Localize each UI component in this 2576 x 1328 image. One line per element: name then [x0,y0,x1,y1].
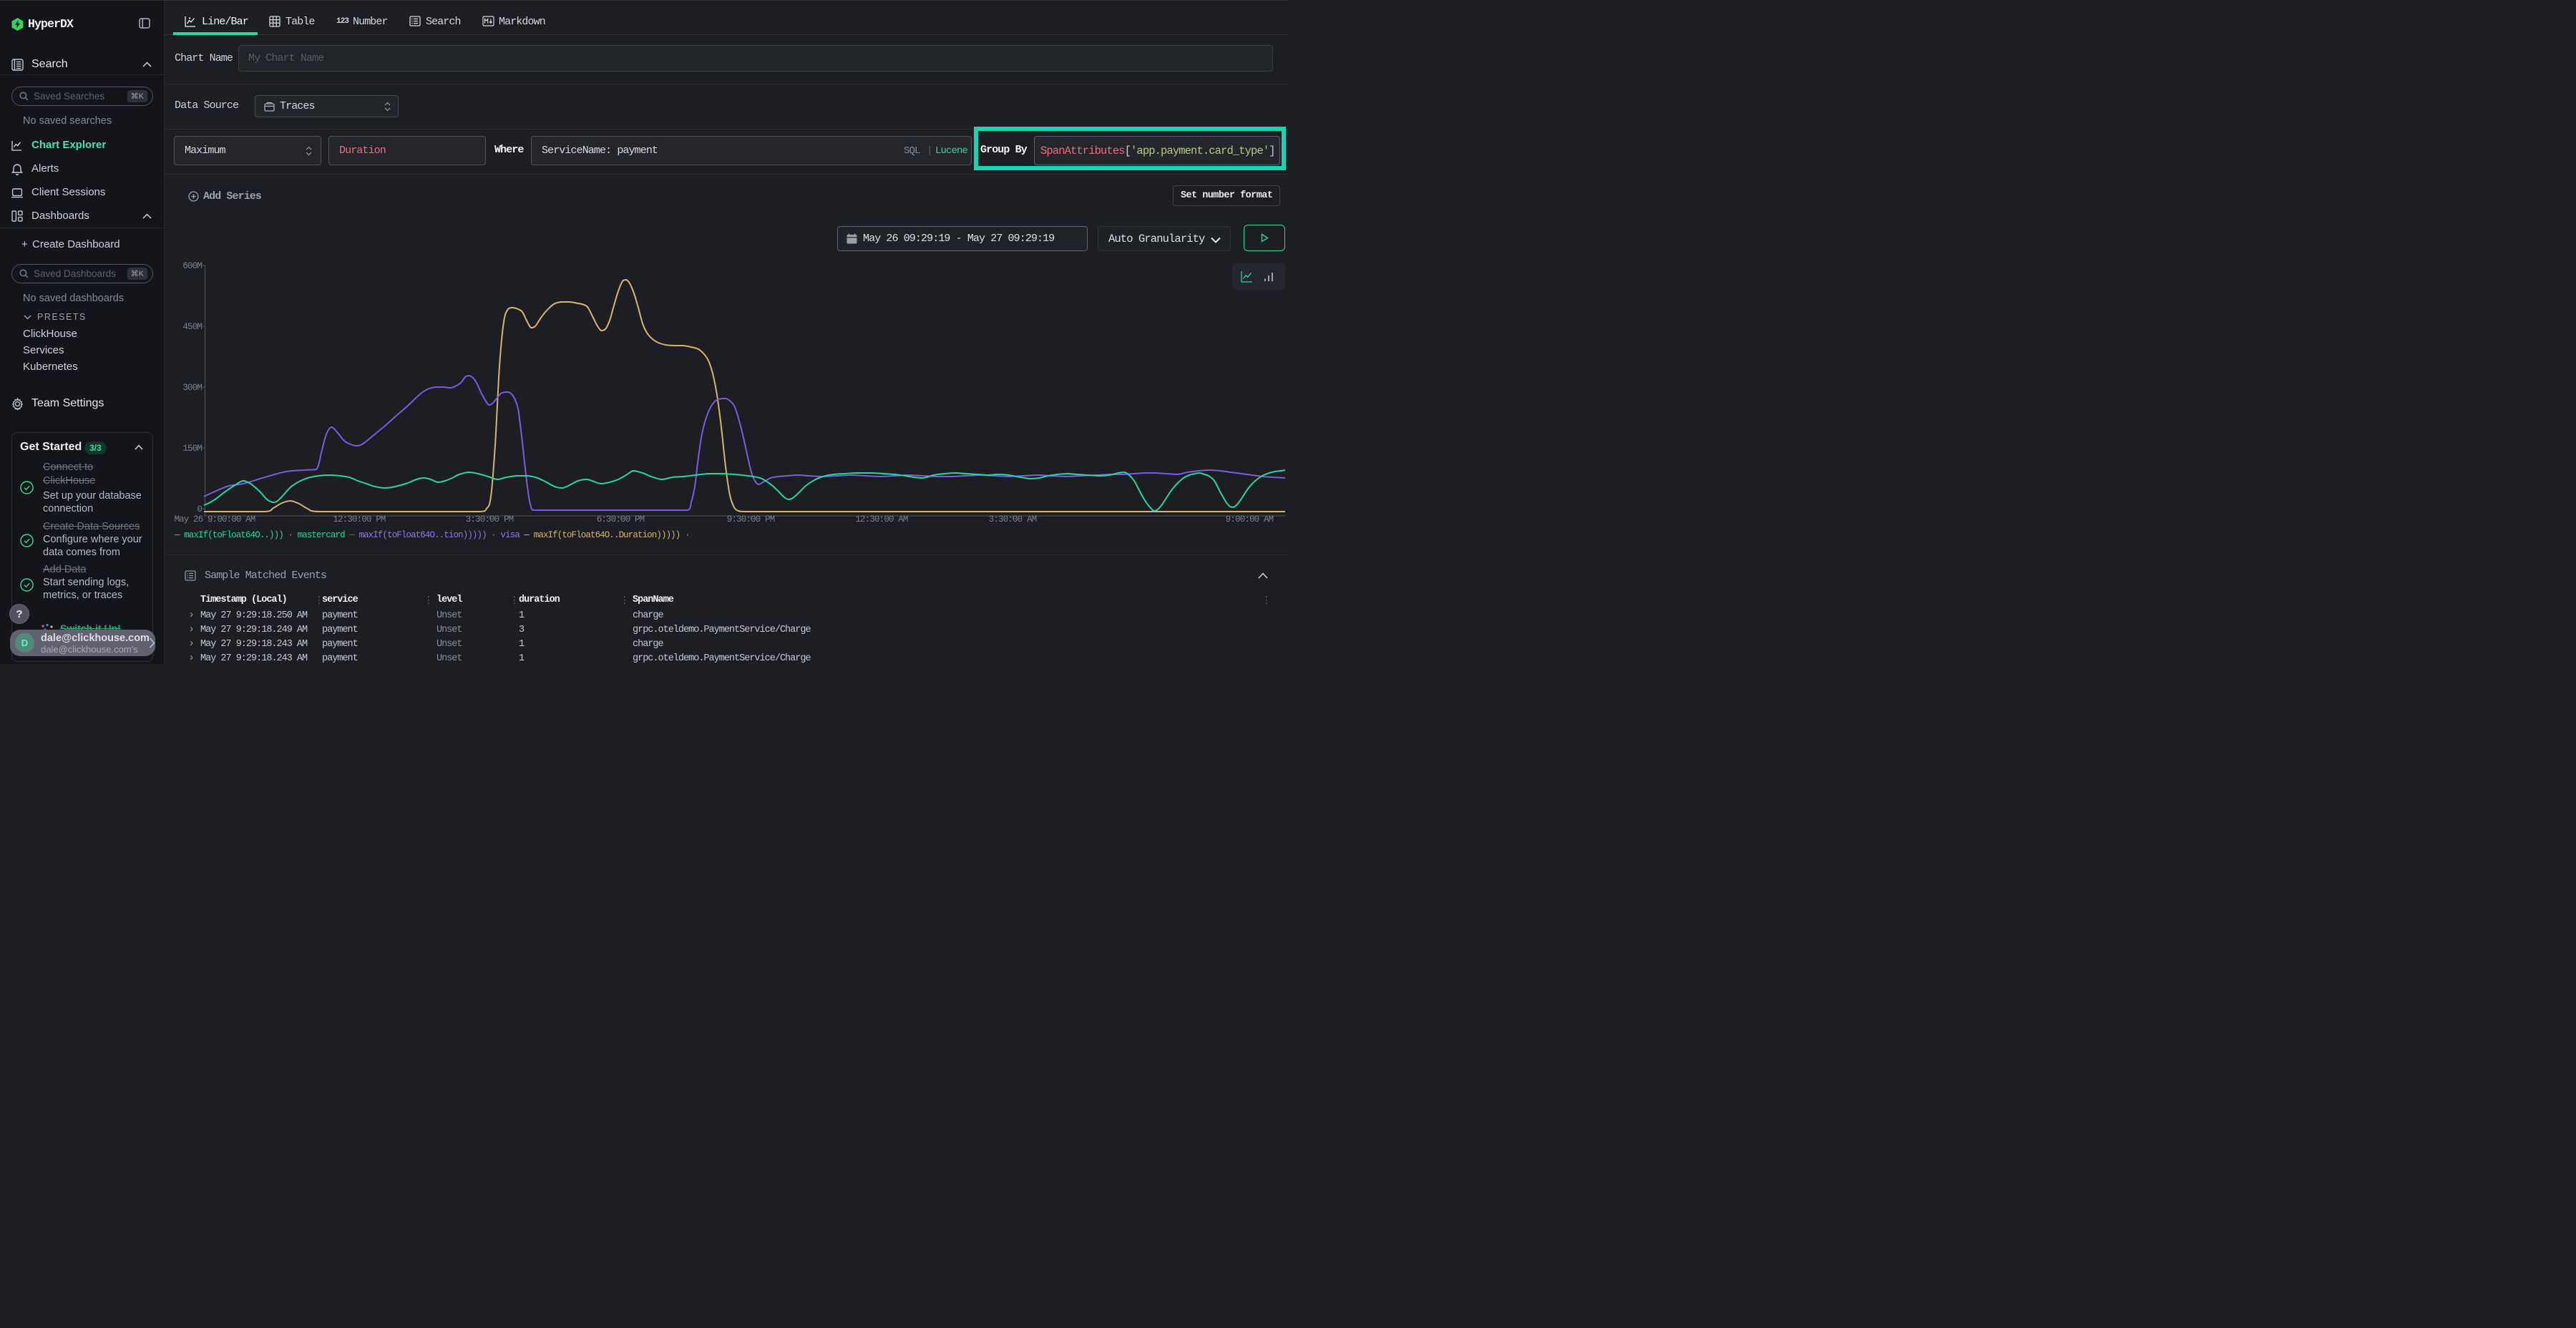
svg-text:12:30:00 AM: 12:30:00 AM [855,514,908,524]
svg-text:9:00:00 AM: 9:00:00 AM [1226,514,1274,524]
svg-text:150M: 150M [182,444,202,454]
svg-text:0: 0 [197,504,202,514]
svg-text:May 26 9:00:00 AM: May 26 9:00:00 AM [174,514,255,524]
svg-text:3:30:00 PM: 3:30:00 PM [466,514,514,524]
svg-text:300M: 300M [182,383,202,393]
svg-text:3:30:00 AM: 3:30:00 AM [989,514,1037,524]
svg-text:450M: 450M [182,322,202,332]
svg-text:6:30:00 PM: 6:30:00 PM [597,514,645,524]
svg-text:9:30:00 PM: 9:30:00 PM [727,514,775,524]
svg-text:600M: 600M [182,261,202,271]
svg-text:12:30:00 PM: 12:30:00 PM [333,514,386,524]
